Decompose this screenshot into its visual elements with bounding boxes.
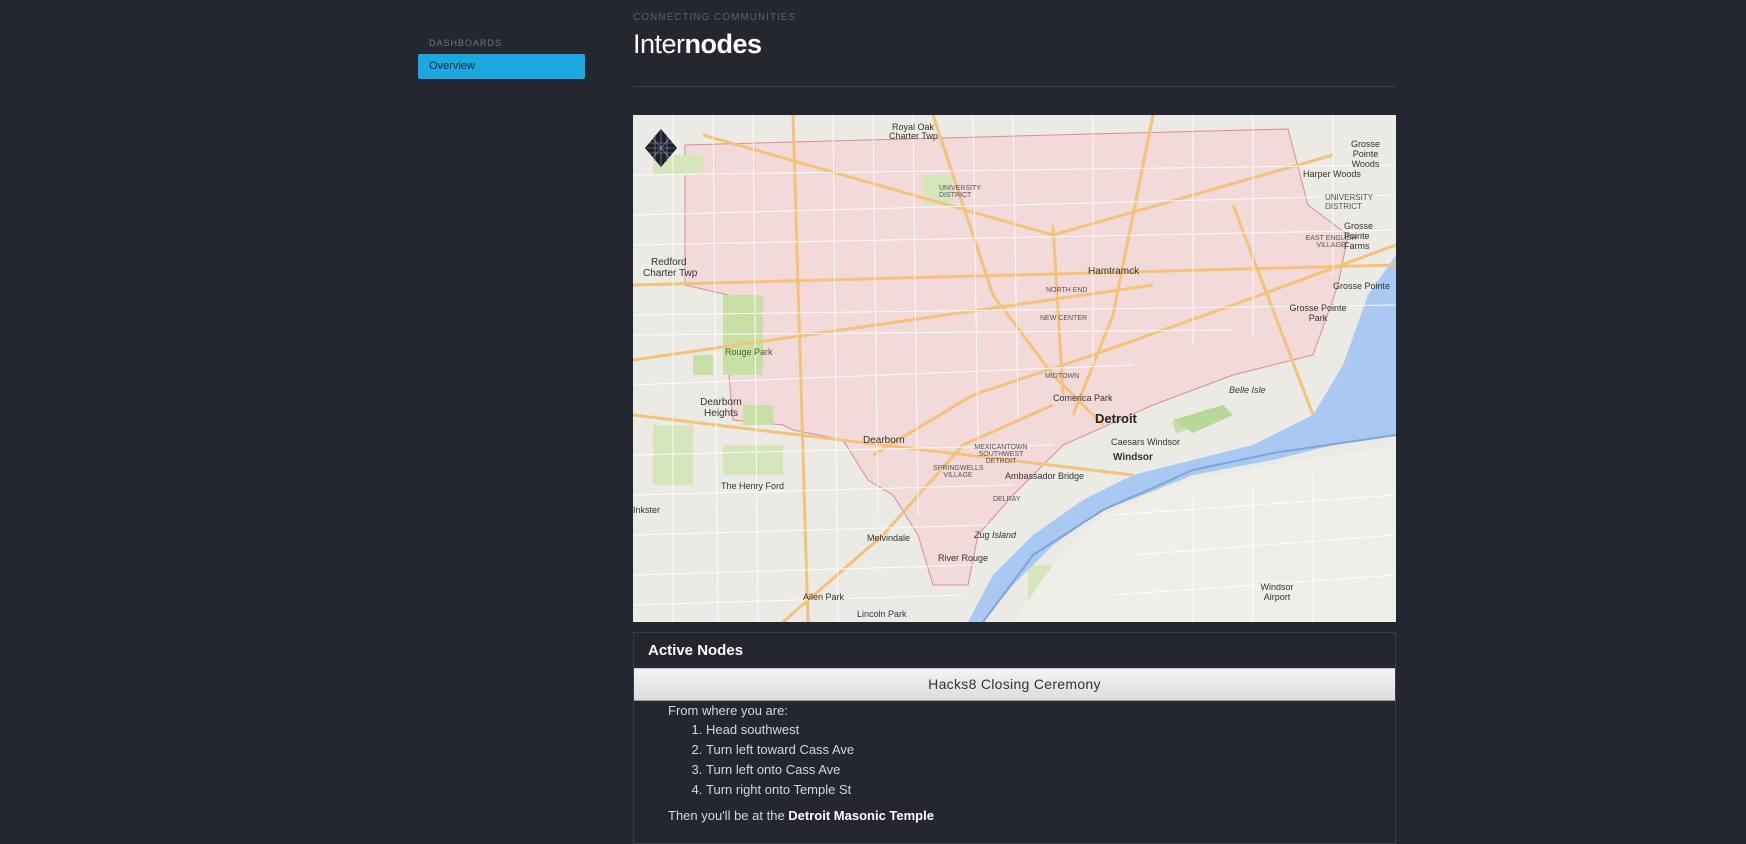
map-label-comerica: Comerica Park [1053, 393, 1113, 403]
map-label-hamtramck: Hamtramck [1088, 266, 1140, 277]
map[interactable]: Royal Oak Charter Twp Grosse Pointe Wood… [633, 115, 1396, 622]
map-label-henry-ford: The Henry Ford [721, 481, 785, 491]
page-title: Internodes [633, 29, 1396, 60]
map-label-university: UNIVERSITY DISTRICT [1325, 193, 1373, 211]
logo-icon [645, 129, 677, 167]
active-nodes-title: Active Nodes [648, 642, 744, 659]
direction-step: Turn left onto Cass Ave [706, 760, 1395, 780]
map-label-royal-oak-twp: Charter Twp [889, 131, 938, 141]
map-label-rouge-park: Rouge Park [725, 347, 773, 357]
directions: From where you are: Head southwest Turn … [634, 701, 1395, 823]
map-label-mexicantown: MEXICANTOWN SOUTHWEST DETROIT [974, 444, 1028, 465]
map-label-springwells: SPRINGWELLS VILLAGE [933, 465, 984, 479]
sidebar-item-overview[interactable]: Overview [418, 54, 585, 79]
directions-from-label: From where you are: [668, 703, 788, 718]
map-label-belle-isle: Belle Isle [1229, 385, 1266, 395]
map-label-caesars: Caesars Windsor [1111, 437, 1181, 447]
arrival-prefix: Then you'll be at the [668, 808, 789, 823]
map-canvas [633, 115, 1396, 622]
map-label-north-end: NORTH END [1046, 287, 1088, 294]
active-nodes-panel: Active Nodes Hacks8 Closing Ceremony Fro… [633, 632, 1396, 844]
title-light: Inter [633, 29, 685, 59]
destination-name: Detroit Masonic Temple [788, 808, 934, 823]
map-label-allen-park: Allen Park [803, 592, 845, 602]
map-label-ambassador: Ambassador Bridge [1005, 471, 1085, 481]
active-node-button[interactable]: Hacks8 Closing Ceremony [634, 668, 1395, 701]
map-label-harper-woods: Harper Woods [1303, 169, 1361, 179]
directions-steps: Head southwest Turn left toward Cass Ave… [668, 720, 1395, 800]
map-label-inkster: Inkster [633, 505, 661, 515]
sidebar: DASHBOARDS Overview [418, 38, 585, 79]
map-label-grosse-pointe: Grosse Pointe [1333, 281, 1391, 291]
sidebar-heading: DASHBOARDS [429, 38, 503, 48]
map-label-redford-twp: Charter Twp [643, 268, 698, 279]
map-label-grosse-pointe-woods: Grosse Pointe Woods [1350, 139, 1380, 169]
map-label-delray: DELRAY [993, 496, 1021, 503]
map-label-grosse-pointe-park: Grosse Pointe Park [1289, 303, 1347, 323]
map-label-grosse-pointe-farms: Grosse Pointe Farms [1344, 221, 1374, 251]
directions-arrival: Then you'll be at the Detroit Masonic Te… [668, 808, 1395, 823]
direction-step: Turn left toward Cass Ave [706, 740, 1395, 760]
map-label-redford: Redford [651, 257, 687, 268]
map-label-new-center: NEW CENTER [1040, 315, 1088, 322]
map-label-midtown: MIDTOWN [1045, 373, 1080, 380]
map-label-lincoln-park: Lincoln Park [857, 609, 907, 619]
map-label-detroit: Detroit [1095, 411, 1137, 426]
map-label-zug-island: Zug Island [974, 530, 1017, 540]
direction-step: Head southwest [706, 720, 1395, 740]
direction-step: Turn right onto Temple St [706, 780, 1395, 800]
title-bold: nodes [684, 29, 763, 59]
map-label-dearborn-heights: Dearborn Heights [700, 397, 742, 419]
map-label-melvindale: Melvindale [867, 533, 911, 543]
page-header: CONNECTING COMMUNITIES Internodes [633, 12, 1396, 60]
map-label-river-rouge: River Rouge [938, 553, 989, 563]
map-label-windsor-airport: Windsor Airport [1260, 582, 1294, 602]
header-divider [633, 86, 1396, 87]
map-label-dearborn: Dearborn [863, 435, 905, 446]
page-eyebrow: CONNECTING COMMUNITIES [633, 12, 797, 23]
map-label-university-district: UNIVERSITY DISTRICT [939, 185, 981, 199]
map-label-windsor: Windsor [1113, 452, 1153, 463]
